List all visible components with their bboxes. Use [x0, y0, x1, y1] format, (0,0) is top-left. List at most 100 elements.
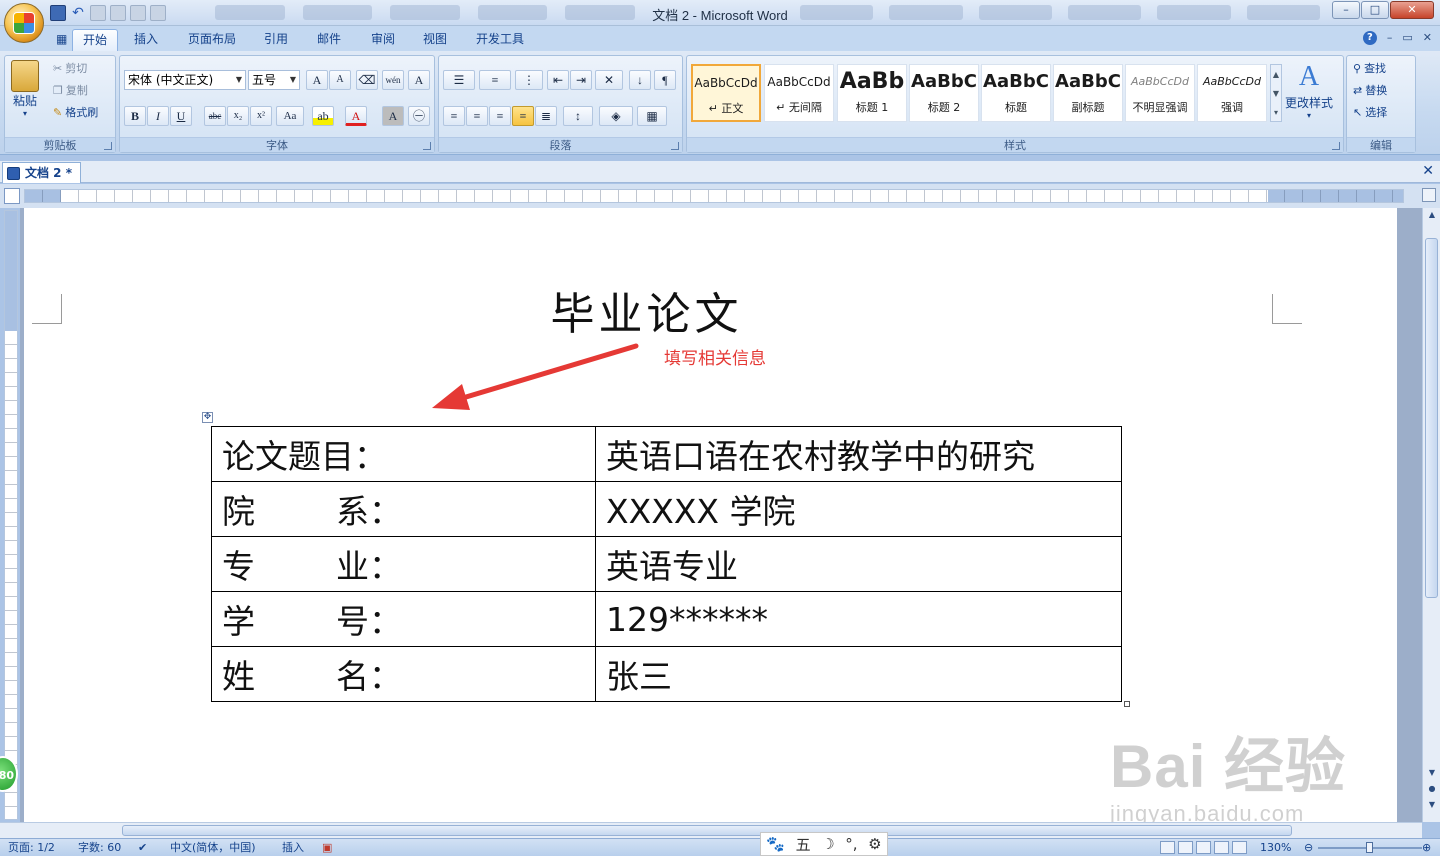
print-preview-icon[interactable]	[110, 5, 126, 21]
ribbon-restore-icon[interactable]: ▭	[1402, 31, 1412, 45]
borders-icon[interactable]: ▦	[637, 106, 667, 126]
moon-icon[interactable]: ☽	[821, 835, 834, 853]
underline-button[interactable]: U	[170, 106, 192, 126]
align-left-icon[interactable]: ≡	[443, 106, 465, 126]
undo-icon[interactable]: ↶	[70, 5, 86, 21]
tab-home[interactable]: 开始	[72, 29, 119, 51]
character-shading-icon[interactable]: A	[382, 106, 404, 126]
table-cell-key[interactable]: 学 号：	[211, 591, 596, 647]
paste-button[interactable]: 粘贴 ▾	[11, 60, 39, 118]
change-case-button[interactable]: Aa	[276, 106, 304, 126]
table-move-handle-icon[interactable]: ✥	[202, 412, 213, 423]
scroll-thumb[interactable]	[1425, 238, 1438, 598]
style-no-spacing[interactable]: AaBbCcDd ↵ 无间隔	[764, 64, 834, 122]
horizontal-ruler[interactable]	[24, 189, 1404, 203]
numbering-icon[interactable]: ≡	[479, 70, 511, 90]
multilevel-list-icon[interactable]: ⋮	[515, 70, 543, 90]
document-tab[interactable]: 文档 2 *	[2, 162, 81, 183]
next-page-icon[interactable]: ▼	[1426, 800, 1438, 812]
show-marks-icon[interactable]: ¶	[654, 70, 676, 90]
style-title[interactable]: AaBbC 标题	[981, 64, 1051, 122]
font-color-icon[interactable]: A	[345, 106, 367, 126]
save-icon[interactable]	[50, 5, 66, 21]
style-subtitle[interactable]: AaBbC 副标题	[1053, 64, 1123, 122]
font-name-combo[interactable]: 宋体 (中文正文) ▼	[124, 70, 246, 90]
line-spacing-icon[interactable]: ↕	[563, 106, 593, 126]
font-size-combo[interactable]: 五号 ▼	[248, 70, 300, 90]
phonetic-guide-icon[interactable]: wén	[382, 70, 404, 90]
macro-record-icon[interactable]: ▣	[322, 839, 332, 856]
browse-object-icon[interactable]: ●	[1426, 784, 1438, 796]
style-heading-1[interactable]: AaBb 标题 1	[837, 64, 907, 122]
vertical-scrollbar[interactable]: ▲ ▼ ● ▼	[1422, 208, 1440, 822]
styles-launcher-icon[interactable]	[1332, 142, 1340, 150]
help-icon[interactable]: ?	[1362, 31, 1377, 45]
tab-review[interactable]: 审阅	[361, 29, 405, 51]
table-cell-value[interactable]: 英语专业	[595, 536, 1122, 592]
bullets-icon[interactable]: ☰	[443, 70, 475, 90]
ribbon-close-icon[interactable]: ✕	[1423, 31, 1432, 45]
zoom-out-icon[interactable]: ⊖	[1304, 839, 1313, 856]
table-cell-key[interactable]: 论文题目：	[211, 426, 596, 482]
cut-button[interactable]: ✂ 剪切	[53, 60, 87, 78]
copy-button[interactable]: ❐ 复制	[53, 82, 88, 100]
format-painter-button[interactable]: ✎ 格式刷	[53, 104, 98, 122]
insert-mode[interactable]: 插入	[282, 839, 304, 856]
italic-button[interactable]: I	[147, 106, 169, 126]
sort-icon[interactable]: ↓	[629, 70, 651, 90]
chinese-layout-icon[interactable]: ✕	[595, 70, 623, 90]
style-heading-2[interactable]: AaBbC 标题 2	[909, 64, 979, 122]
style-subtle-emphasis[interactable]: AaBbCcDd 不明显强调	[1125, 64, 1195, 122]
vertical-ruler[interactable]	[4, 210, 18, 820]
align-center-icon[interactable]: ≡	[466, 106, 488, 126]
close-document-icon[interactable]: ✕	[1422, 163, 1434, 179]
table-cell-key[interactable]: 院 系：	[211, 481, 596, 537]
tab-selector-icon[interactable]	[4, 188, 20, 204]
document-page[interactable]: 毕业论文 填写相关信息 ✥ 论文题目： 英语口语在农村教学中的研究 院 系： XX…	[24, 208, 1397, 822]
horizontal-scrollbar[interactable]	[0, 822, 1422, 838]
page-count[interactable]: 页面: 1/2	[8, 839, 55, 856]
styles-gallery-scroll[interactable]: ▲ ▼ ▾	[1270, 64, 1282, 122]
redo-icon[interactable]	[90, 5, 106, 21]
select-button[interactable]: ↖ 选择	[1353, 104, 1387, 122]
tab-developer[interactable]: 开发工具	[466, 29, 534, 51]
ime-mode-wubi[interactable]: 五	[796, 834, 811, 855]
zoom-level[interactable]: 130%	[1260, 839, 1291, 856]
table-cell-value[interactable]: 张三	[595, 646, 1122, 702]
outline-icon[interactable]	[1214, 841, 1229, 854]
highlight-icon[interactable]: ab	[312, 106, 334, 126]
tab-insert[interactable]: 插入	[124, 29, 168, 51]
word-count[interactable]: 字数: 60	[78, 839, 121, 856]
bold-button[interactable]: B	[124, 106, 146, 126]
table-resize-handle[interactable]	[1124, 701, 1130, 707]
language-status[interactable]: 中文(简体，中国)	[170, 839, 256, 856]
find-button[interactable]: ⚲ 查找	[1353, 60, 1386, 78]
clipboard-launcher-icon[interactable]	[104, 142, 112, 150]
table-cell-value[interactable]: 英语口语在农村教学中的研究	[595, 426, 1122, 482]
replace-button[interactable]: ⇄ 替换	[1353, 82, 1387, 100]
grow-font-icon[interactable]: A	[306, 70, 328, 90]
style-normal[interactable]: AaBbCcDd ↵ 正文	[691, 64, 761, 122]
baidu-paw-icon[interactable]: 🐾	[766, 835, 785, 853]
zoom-in-icon[interactable]: ⊕	[1422, 839, 1431, 856]
change-styles-button[interactable]: A 更改样式 ▾	[1285, 60, 1333, 120]
spelling-icon[interactable]	[130, 5, 146, 21]
paragraph-launcher-icon[interactable]	[671, 142, 679, 150]
enclose-characters-icon[interactable]: ㊀	[408, 106, 430, 126]
gear-icon[interactable]: ⚙	[868, 835, 881, 853]
superscript-button[interactable]: x²	[250, 106, 272, 126]
tab-view[interactable]: 视图	[413, 29, 457, 51]
font-launcher-icon[interactable]	[423, 142, 431, 150]
draft-icon[interactable]	[1232, 841, 1247, 854]
character-border-icon[interactable]: A	[408, 70, 430, 90]
strikethrough-button[interactable]: abc	[204, 106, 226, 126]
justify-icon[interactable]: ≡	[512, 106, 534, 126]
scroll-up-icon[interactable]: ▲	[1426, 210, 1438, 222]
shrink-font-icon[interactable]: A	[329, 70, 351, 90]
print-layout-icon[interactable]	[1160, 841, 1175, 854]
proofing-icon[interactable]: ✔	[138, 839, 147, 856]
table-cell-key[interactable]: 专 业：	[211, 536, 596, 592]
tab-page-layout[interactable]: 页面布局	[178, 29, 246, 51]
distributed-icon[interactable]: ≣	[535, 106, 557, 126]
table-cell-key[interactable]: 姓 名：	[211, 646, 596, 702]
